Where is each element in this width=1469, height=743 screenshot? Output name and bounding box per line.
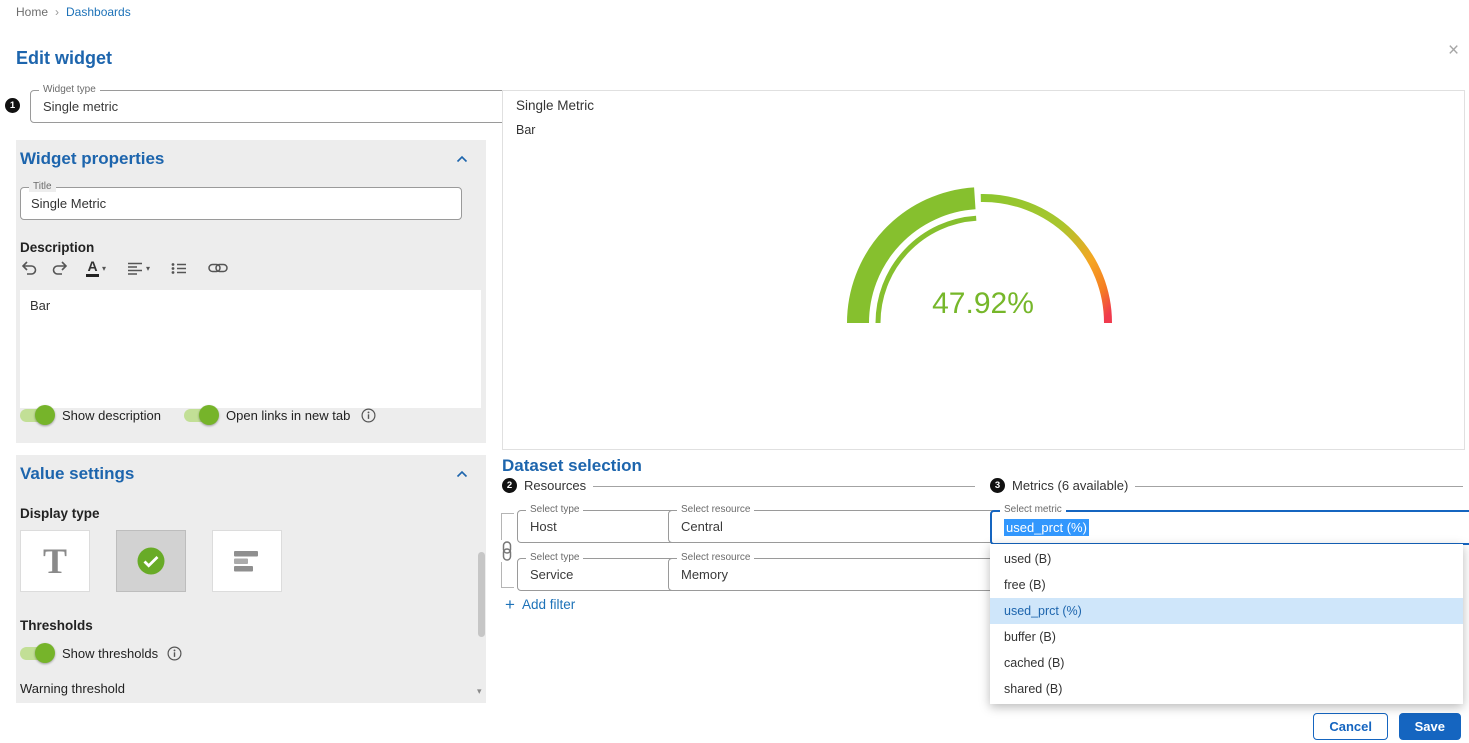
save-button[interactable]: Save	[1399, 713, 1461, 740]
step-1-badge: 1	[5, 98, 20, 113]
select-type-label: Select type	[526, 504, 583, 515]
widget-properties-panel: Widget properties Title Description A ▾ …	[16, 140, 486, 443]
description-toolbar: A ▾ ▾	[22, 259, 228, 277]
redo-icon[interactable]	[51, 261, 67, 275]
display-type-bars-button[interactable]	[212, 530, 282, 592]
breadcrumb-separator-icon: ›	[55, 5, 59, 19]
title-input[interactable]	[20, 187, 462, 220]
step-2-badge: 2	[502, 478, 517, 493]
list-icon[interactable]	[171, 262, 187, 275]
title-field-label: Title	[29, 181, 56, 192]
display-type-text-button[interactable]: T	[20, 530, 90, 592]
select-resource-value: Central	[681, 519, 723, 534]
show-thresholds-toggle[interactable]	[20, 647, 53, 660]
check-circle-icon	[135, 545, 167, 577]
select-resource-label: Select resource	[677, 552, 754, 563]
widget-type-select[interactable]: Widget type Single metric ▾	[30, 90, 521, 123]
step-3-badge: 3	[990, 478, 1005, 493]
menu-item[interactable]: free (B)	[990, 572, 1463, 598]
widget-properties-heading[interactable]: Widget properties	[20, 149, 164, 169]
preview-description: Bar	[516, 123, 535, 137]
thresholds-label: Thresholds	[20, 618, 93, 633]
add-filter-button[interactable]: + Add filter	[505, 596, 575, 613]
close-icon[interactable]: ×	[1448, 41, 1459, 60]
preview-title: Single Metric	[516, 98, 594, 113]
select-type-label: Select type	[526, 552, 583, 563]
info-icon[interactable]	[167, 646, 182, 661]
open-links-toggle[interactable]	[184, 409, 217, 422]
add-filter-label: Add filter	[522, 597, 575, 612]
scroll-down-arrow-icon[interactable]: ▾	[477, 686, 482, 697]
select-type-value: Service	[530, 567, 573, 582]
display-type-gauge-button[interactable]	[116, 530, 186, 592]
resource-select-1[interactable]: Select resource Central ▾	[668, 510, 1013, 543]
display-type-label: Display type	[20, 506, 100, 521]
menu-item[interactable]: buffer (B)	[990, 624, 1463, 650]
resources-label: Resources	[524, 478, 586, 493]
resource-select-2[interactable]: Select resource Memory ▾	[668, 558, 1013, 591]
warning-threshold-label: Warning threshold	[20, 681, 125, 696]
page-title: Edit widget	[16, 48, 112, 69]
select-metric-label: Select metric	[1000, 504, 1066, 515]
metric-select[interactable]: Select metric used_prct (%) ▴	[990, 510, 1469, 545]
dataset-selection-heading: Dataset selection	[502, 456, 642, 476]
align-icon[interactable]: ▾	[127, 262, 150, 275]
display-type-options: T	[20, 530, 282, 592]
gauge-value: 47.92%	[932, 287, 1034, 320]
text-color-icon[interactable]: A ▾	[86, 259, 106, 277]
divider	[1135, 486, 1463, 487]
metrics-section-header: 3 Metrics (6 available)	[990, 478, 1463, 493]
undo-icon[interactable]	[22, 261, 38, 275]
chevron-up-icon[interactable]	[456, 155, 468, 163]
description-label: Description	[20, 240, 94, 255]
breadcrumb: Home › Dashboards	[16, 5, 131, 19]
menu-item[interactable]: cached (B)	[990, 650, 1463, 676]
widget-type-label: Widget type	[39, 84, 100, 95]
gauge-chart: 47.92%	[833, 173, 1133, 333]
value-settings-heading[interactable]: Value settings	[20, 464, 134, 484]
select-type-value: Host	[530, 519, 557, 534]
select-resource-value: Memory	[681, 567, 728, 582]
widget-type-value: Single metric	[43, 99, 118, 114]
menu-item[interactable]: used (B)	[990, 546, 1463, 572]
widget-preview-panel: Single Metric Bar 47.92%	[502, 90, 1465, 450]
scrollbar-thumb[interactable]	[478, 552, 485, 637]
show-description-label: Show description	[62, 408, 161, 423]
menu-item-selected[interactable]: used_prct (%)	[990, 598, 1463, 624]
show-thresholds-label: Show thresholds	[62, 646, 158, 661]
value-settings-panel: Value settings Display type T Thresholds…	[16, 455, 486, 703]
description-editor[interactable]: Bar	[20, 290, 481, 408]
info-icon[interactable]	[361, 408, 376, 423]
text-display-icon: T	[43, 543, 67, 579]
select-metric-value: used_prct (%)	[1004, 519, 1089, 536]
chevron-up-icon[interactable]	[456, 470, 468, 478]
bars-display-icon	[232, 549, 262, 573]
open-links-label: Open links in new tab	[226, 408, 350, 423]
breadcrumb-dashboards[interactable]: Dashboards	[66, 5, 131, 19]
metrics-label: Metrics (6 available)	[1012, 478, 1128, 493]
cancel-button[interactable]: Cancel	[1313, 713, 1388, 740]
metric-options-menu: used (B) free (B) used_prct (%) buffer (…	[990, 544, 1463, 704]
breadcrumb-home[interactable]: Home	[16, 5, 48, 19]
link-icon[interactable]	[208, 263, 228, 273]
menu-item[interactable]: shared (B)	[990, 676, 1463, 702]
select-resource-label: Select resource	[677, 504, 754, 515]
thresholds-toggle-row: Show thresholds	[20, 646, 182, 661]
chain-icon	[499, 540, 515, 562]
divider	[593, 486, 975, 487]
description-toggles: Show description Open links in new tab	[20, 408, 376, 423]
resources-section-header: 2 Resources	[502, 478, 975, 493]
plus-icon: +	[505, 596, 515, 613]
show-description-toggle[interactable]	[20, 409, 53, 422]
